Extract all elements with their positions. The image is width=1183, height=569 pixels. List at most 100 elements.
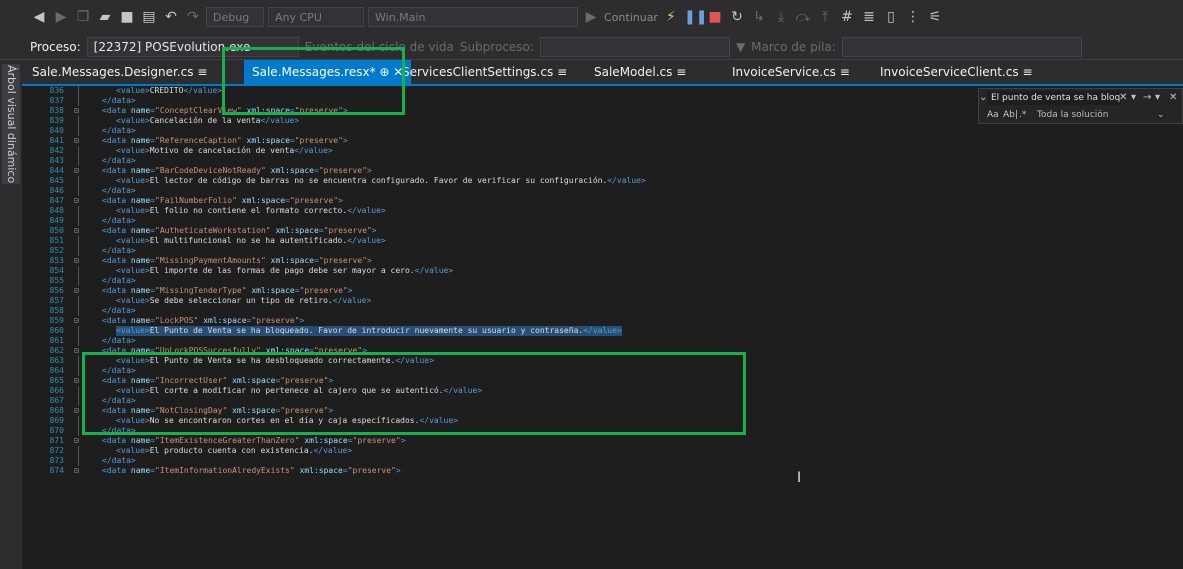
- fold-icon[interactable]: ⊟: [74, 406, 79, 416]
- tab-sale-model[interactable]: SaleModel.cs ≡: [594, 60, 686, 84]
- code-editor[interactable]: 836 <value>CREDITO</value> 837 </data> 838 ⊟ <…: [22, 86, 1183, 569]
- indent-guide: [78, 206, 79, 216]
- hot-reload-icon[interactable]: ⚡: [662, 9, 680, 25]
- code-text: </data>: [102, 216, 136, 225]
- find-next-icon[interactable]: →: [1143, 92, 1151, 103]
- fold-icon[interactable]: ⊟: [74, 226, 79, 236]
- tab-invoice-service[interactable]: InvoiceService.cs ≡: [732, 60, 850, 84]
- code-text: </data>: [102, 96, 136, 105]
- fold-icon[interactable]: ⊟: [74, 436, 79, 446]
- fold-icon[interactable]: ⊟: [74, 196, 79, 206]
- thread-select[interactable]: [539, 36, 730, 57]
- platform-select[interactable]: Any CPU: [268, 7, 364, 27]
- code-line[interactable]: 861 </data>: [22, 336, 1172, 346]
- fold-icon[interactable]: ⊟: [74, 376, 79, 386]
- code-line[interactable]: 851 <value>El multifuncional no se ha aut…: [22, 236, 1172, 246]
- bookmark-icon[interactable]: ▯: [882, 9, 900, 25]
- tab-menu-icon[interactable]: ≡: [557, 65, 567, 79]
- restart-icon[interactable]: ↻: [728, 9, 746, 25]
- forward-icon[interactable]: ▶: [52, 9, 70, 25]
- code-line[interactable]: 855 </data>: [22, 276, 1172, 286]
- code-line[interactable]: 853 ⊟ <data name="MissingPaymentAmounts" x…: [22, 256, 1172, 266]
- match-case-toggle[interactable]: Aa: [987, 110, 999, 120]
- search-scope[interactable]: Toda la solución: [1037, 110, 1109, 120]
- code-line[interactable]: 850 ⊟ <data name="AutheticateWorkstation" …: [22, 226, 1172, 236]
- stop-icon[interactable]: ■: [706, 9, 724, 25]
- tab-invoice-service-client[interactable]: InvoiceServiceClient.cs ≡: [880, 60, 1033, 84]
- code-line[interactable]: 873 </data>: [22, 456, 1172, 466]
- live-visual-tree-tab[interactable]: Árbol visual dinámico: [2, 64, 20, 184]
- indent-guide: [78, 456, 79, 466]
- redo-icon[interactable]: ↷: [184, 9, 202, 25]
- startup-project-select[interactable]: Win.Main: [368, 7, 578, 27]
- fold-icon[interactable]: ⊟: [74, 136, 79, 146]
- fold-icon[interactable]: ⊟: [74, 166, 79, 176]
- code-line[interactable]: 842 <value>Motivo de cancelación de venta…: [22, 146, 1172, 156]
- tab-menu-icon[interactable]: ≡: [1022, 65, 1032, 79]
- fold-icon[interactable]: ⊟: [74, 286, 79, 296]
- code-line[interactable]: 857 <value>Se debe seleccionar un tipo de…: [22, 296, 1172, 306]
- tab-menu-icon[interactable]: ≡: [197, 65, 207, 79]
- fold-icon[interactable]: ⊟: [74, 316, 79, 326]
- tab-menu-icon[interactable]: ≡: [676, 65, 686, 79]
- pause-icon[interactable]: ❚❚: [684, 9, 707, 25]
- code-line[interactable]: 841 ⊟ <data name="ReferenceCaption" xml:sp…: [22, 136, 1172, 146]
- back-icon[interactable]: ◀: [30, 9, 48, 25]
- line-number: 844: [49, 166, 64, 175]
- regex-icon[interactable]: .*: [1019, 110, 1026, 120]
- fold-icon[interactable]: ⊟: [74, 346, 79, 356]
- step-out-icon[interactable]: ⤒: [816, 9, 834, 25]
- code-line[interactable]: 852 </data>: [22, 246, 1172, 256]
- code-line[interactable]: 848 <value>El folio no contiene el format…: [22, 206, 1172, 216]
- step-into-icon[interactable]: ⤓: [772, 9, 790, 25]
- step-over-icon[interactable]: ⤼: [794, 9, 812, 25]
- line-number: 872: [49, 446, 64, 455]
- tab-services-client-settings[interactable]: ServicesClientSettings.cs ≡: [402, 60, 567, 84]
- clear-search-icon[interactable]: ✕: [1119, 92, 1127, 103]
- save-all-icon[interactable]: ▤: [140, 9, 158, 25]
- fold-icon[interactable]: ⊟: [74, 466, 79, 476]
- open-icon[interactable]: ▰: [96, 9, 114, 25]
- code-line[interactable]: 843 </data>: [22, 156, 1172, 166]
- play-icon[interactable]: ▶: [582, 9, 600, 25]
- indent-guide: [78, 296, 79, 306]
- code-line[interactable]: 845 <value>El lector de código de barras …: [22, 176, 1172, 186]
- format-icon[interactable]: ⚟: [926, 9, 944, 25]
- whole-word-toggle[interactable]: Ab|: [1003, 110, 1018, 120]
- code-line[interactable]: 846 </data>: [22, 186, 1172, 196]
- code-line[interactable]: 849 </data>: [22, 216, 1172, 226]
- new-project-icon[interactable]: ❐: [74, 9, 92, 25]
- comment-icon[interactable]: ⋮: [904, 9, 922, 25]
- code-line[interactable]: 874 ⊟ <data name="ItemInformationAlredyExi…: [22, 466, 1172, 476]
- code-line[interactable]: 859 ⊟ <data name="LockPOS" xml:space="pres…: [22, 316, 1172, 326]
- search-history-icon[interactable]: ▾: [1131, 92, 1136, 103]
- find-options-icon[interactable]: ▾: [1155, 92, 1160, 103]
- threads-icon[interactable]: ≣: [860, 9, 878, 25]
- code-line[interactable]: 856 ⊟ <data name="MissingTenderType" xml:s…: [22, 286, 1172, 296]
- code-line[interactable]: 844 ⊟ <data name="BarCodeDeviceNotReady" x…: [22, 166, 1172, 176]
- scope-dropdown-icon[interactable]: ⌄: [1157, 110, 1165, 120]
- show-next-statement-icon[interactable]: ↳: [750, 9, 768, 25]
- code-line[interactable]: 858 </data>: [22, 306, 1172, 316]
- filter-icon[interactable]: ▼: [736, 40, 745, 54]
- fold-icon[interactable]: ⊟: [74, 106, 79, 116]
- hex-display-icon[interactable]: #: [838, 9, 856, 25]
- code-line[interactable]: 840 </data>: [22, 126, 1172, 136]
- close-find-icon[interactable]: ✕: [1169, 92, 1177, 103]
- code-line[interactable]: 847 ⊟ <data name="FailNumberFolio" xml:spa…: [22, 196, 1172, 206]
- code-line[interactable]: 871 ⊟ <data name="ItemExistenceGreaterThan…: [22, 436, 1172, 446]
- indent-guide: [78, 276, 79, 286]
- undo-icon[interactable]: ↶: [162, 9, 180, 25]
- code-line[interactable]: 860 <value>El Punto de Venta se ha bloque…: [22, 326, 1172, 336]
- fold-icon[interactable]: ⊟: [74, 256, 79, 266]
- indent-guide: [78, 326, 79, 336]
- code-line[interactable]: 872 <value>El producto cuenta con existen…: [22, 446, 1172, 456]
- continue-button[interactable]: Continuar: [604, 11, 658, 24]
- stack-frame-select[interactable]: [841, 36, 1082, 57]
- tab-menu-icon[interactable]: ≡: [840, 65, 850, 79]
- save-icon[interactable]: ■: [118, 9, 136, 25]
- tab-sale-messages-designer[interactable]: Sale.Messages.Designer.cs ≡: [32, 60, 207, 84]
- find-input[interactable]: El punto de venta se ha bloqu: [987, 91, 1121, 105]
- code-line[interactable]: 854 <value>El importe de las formas de pa…: [22, 266, 1172, 276]
- configuration-select[interactable]: Debug: [206, 7, 264, 27]
